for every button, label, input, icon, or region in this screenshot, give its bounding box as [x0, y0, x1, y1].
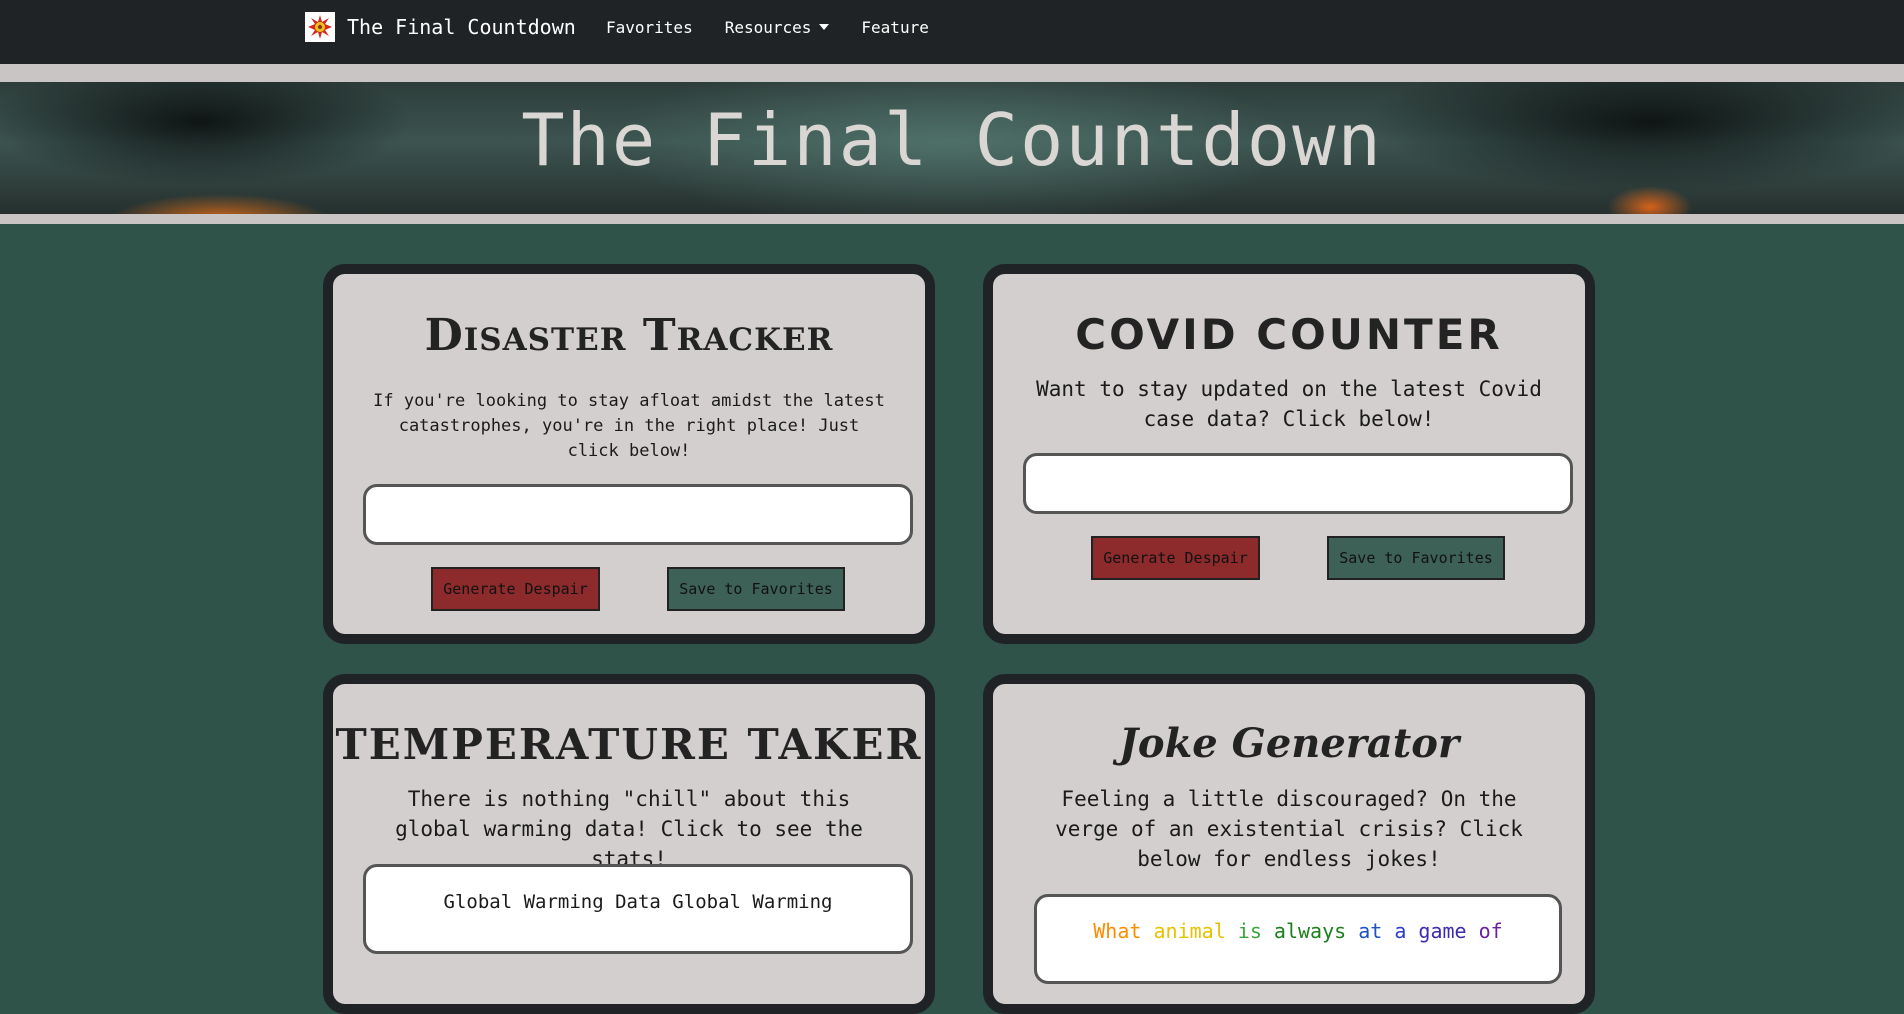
temperature-field-text: Global Warming Data Global Warming — [443, 891, 833, 913]
generate-despair-button[interactable]: Generate Despair — [1091, 536, 1260, 580]
explosion-logo-icon — [305, 12, 335, 42]
disaster-output-field — [363, 484, 913, 545]
joke-word: animal — [1153, 919, 1238, 943]
card-title: TEMPERATURE TAKER — [335, 720, 923, 769]
nav-link-feature[interactable]: Feature — [861, 18, 928, 37]
card-description: Want to stay updated on the latest Covid… — [1036, 377, 1542, 431]
joke-word: is — [1237, 919, 1274, 943]
nav-link-favorites[interactable]: Favorites — [606, 18, 693, 37]
navbar: The Final Countdown Favorites Resources … — [0, 0, 1904, 72]
card-description: There is nothing "chill" about this glob… — [395, 787, 863, 871]
joke-word: game — [1418, 919, 1479, 943]
card-title: Disaster Tracker — [424, 310, 834, 361]
joke-word: always — [1273, 919, 1359, 943]
nav-links: Favorites Resources Feature — [606, 18, 961, 37]
disaster-tracker-card: Disaster Tracker If you're looking to st… — [323, 264, 935, 644]
joke-text: What animal is always at a game of — [1093, 919, 1502, 943]
joke-output-field: What animal is always at a game of — [1034, 894, 1562, 984]
temperature-output-field: Global Warming Data Global Warming — [363, 864, 913, 954]
card-title: COVID COUNTER — [1075, 310, 1503, 359]
temperature-taker-card: TEMPERATURE TAKER There is nothing "chil… — [323, 674, 935, 1014]
generate-despair-button[interactable]: Generate Despair — [431, 567, 600, 611]
covid-output-field — [1023, 453, 1573, 514]
card-description: Feeling a little discouraged? On the ver… — [1055, 787, 1523, 871]
joke-word: What — [1093, 919, 1154, 943]
navbar-brand[interactable]: The Final Countdown — [305, 12, 576, 42]
card-description: If you're looking to stay afloat amidst … — [373, 391, 885, 461]
hero-banner: The Final Countdown — [0, 72, 1904, 224]
nav-link-resources-label: Resources — [724, 18, 812, 37]
joke-word: at — [1358, 919, 1395, 943]
save-to-favorites-button[interactable]: Save to Favorites — [1327, 536, 1505, 580]
joke-generator-card: Joke Generator Feeling a little discoura… — [983, 674, 1595, 1014]
card-title: Joke Generator — [1118, 720, 1460, 767]
covid-counter-card: COVID COUNTER Want to stay updated on th… — [983, 264, 1595, 644]
brand-title: The Final Countdown — [347, 15, 576, 39]
hero-title: The Final Countdown — [521, 98, 1383, 182]
nav-dropdown-resources[interactable]: Resources — [725, 18, 830, 37]
joke-word: a — [1394, 919, 1419, 943]
caret-down-icon — [819, 24, 830, 30]
joke-word: of — [1478, 919, 1503, 943]
save-to-favorites-button[interactable]: Save to Favorites — [667, 567, 845, 611]
